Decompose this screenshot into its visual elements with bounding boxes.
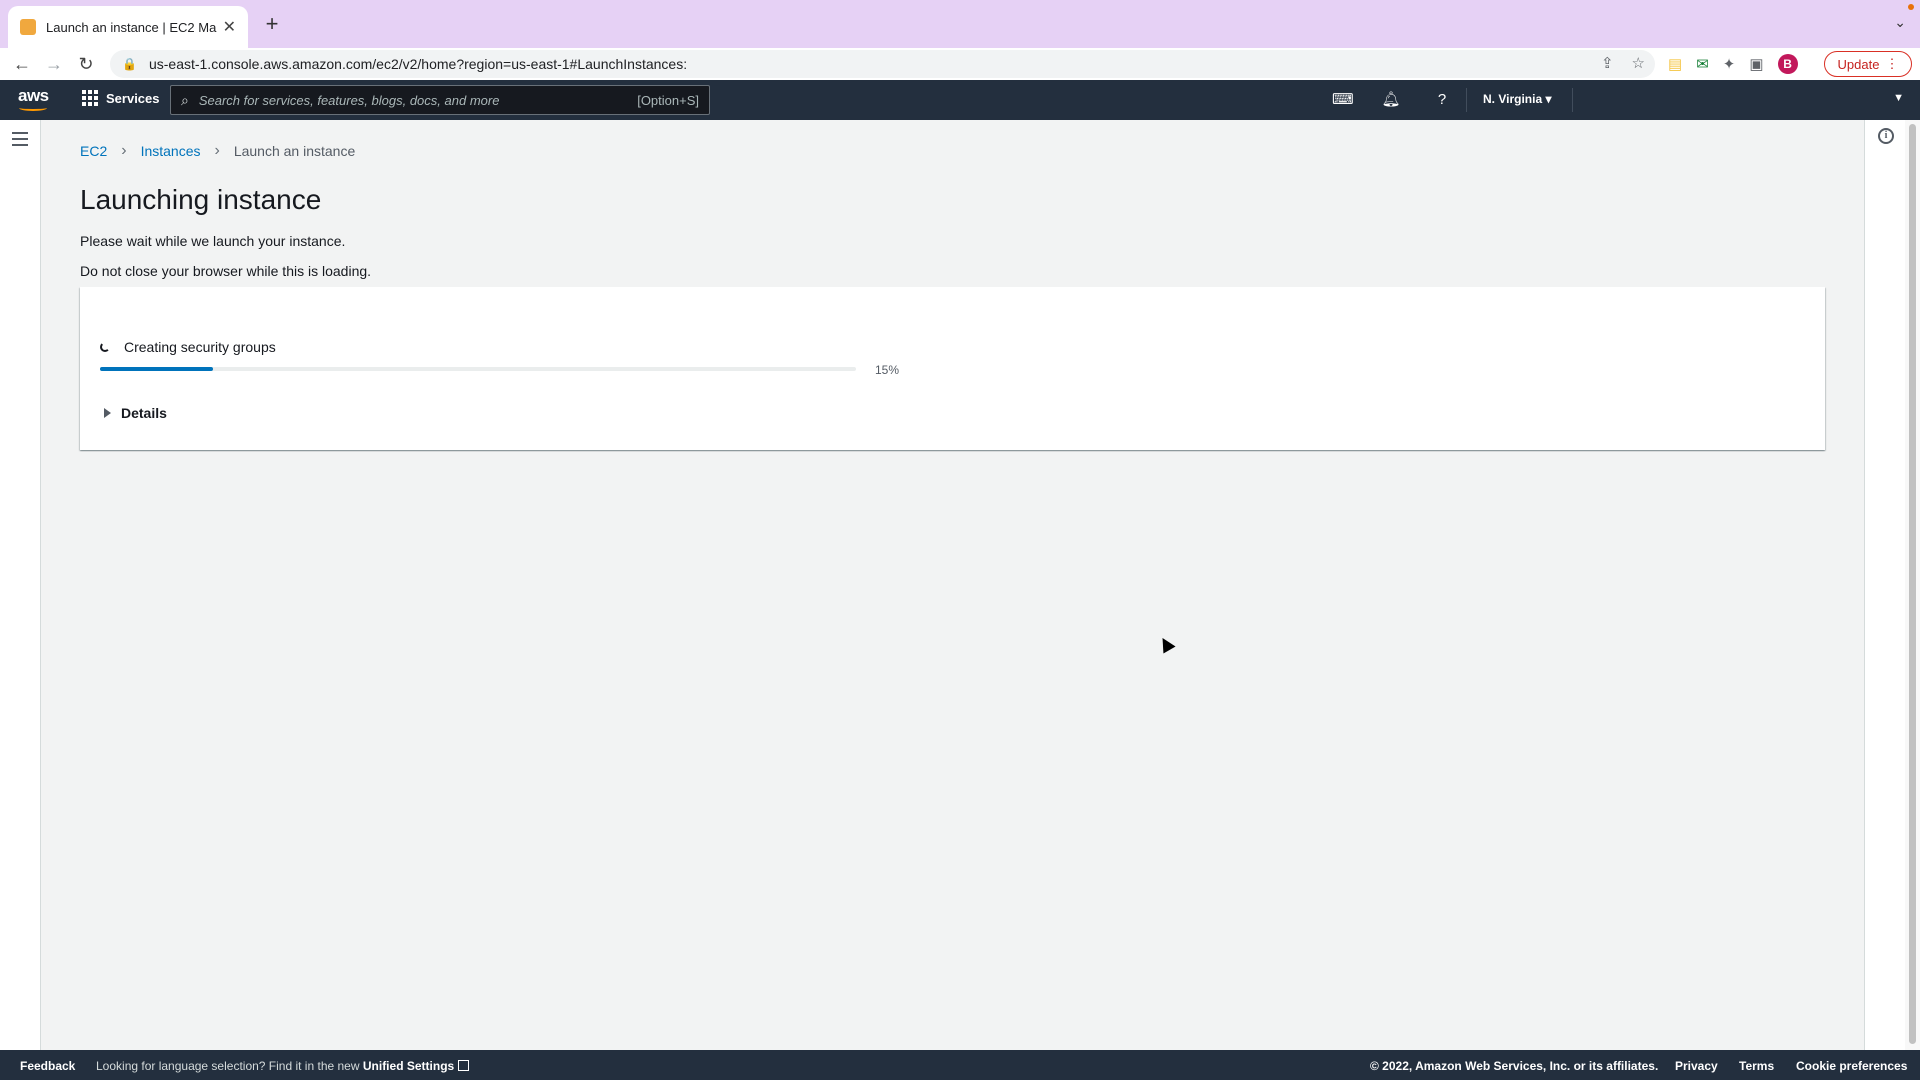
chevron-right-icon: › <box>121 142 127 159</box>
region-selector[interactable]: N. Virginia ▾ <box>1483 92 1552 106</box>
services-grid-icon <box>82 90 98 106</box>
search-input[interactable] <box>198 92 638 108</box>
feedback-link[interactable]: Feedback <box>20 1059 75 1073</box>
do-not-close-message: Do not close your browser while this is … <box>80 263 372 279</box>
language-message: Looking for language selection? Find it … <box>96 1059 470 1073</box>
notifications-bell-icon[interactable]: 🔔︎ <box>1381 90 1401 110</box>
account-menu-caret-icon[interactable]: ▼ <box>1893 92 1904 104</box>
tab-search-chevron-icon[interactable]: ⌄ <box>1894 14 1906 31</box>
hamburger-menu-icon[interactable] <box>12 132 28 150</box>
cookie-preferences-link[interactable]: Cookie preferences <box>1796 1059 1907 1073</box>
page-title: Launching instance <box>80 184 322 215</box>
close-tab-icon[interactable]: ✕ <box>223 17 236 37</box>
more-options-icon: ⋮ <box>1885 56 1899 71</box>
update-label: Update <box>1837 56 1880 72</box>
back-arrow-icon[interactable]: ← <box>10 52 34 76</box>
console-footer: Feedback Looking for language selection?… <box>0 1050 1920 1080</box>
external-link-icon <box>458 1060 470 1071</box>
breadcrumb-current: Launch an instance <box>233 143 356 159</box>
info-icon[interactable]: i <box>1878 128 1894 144</box>
region-label: N. Virginia <box>1483 92 1543 106</box>
header-divider <box>1572 88 1573 112</box>
forward-arrow-icon[interactable]: → <box>42 52 66 76</box>
header-divider <box>1466 88 1467 112</box>
aws-logo-text: aws <box>18 86 49 105</box>
services-label: Services <box>106 90 160 106</box>
update-button[interactable]: Update ⋮ <box>1824 51 1912 77</box>
extension-note-icon[interactable]: ▤ <box>1668 55 1682 73</box>
scrollbar-thumb[interactable] <box>1909 124 1916 1044</box>
unified-search-box[interactable]: ⌕ [Option+S] <box>170 85 710 115</box>
extensions-puzzle-icon[interactable]: ✦ <box>1723 55 1736 73</box>
progress-bar-fill <box>100 367 214 371</box>
mouse-cursor-icon <box>1156 634 1176 654</box>
browser-tab[interactable]: Launch an instance | EC2 Management Cons… <box>8 6 248 48</box>
aws-favicon-icon <box>20 19 36 35</box>
region-caret-icon: ▾ <box>1545 92 1552 106</box>
bookmark-star-icon[interactable]: ☆ <box>1632 54 1645 72</box>
aws-console-header: aws Services ⌕ [Option+S] ⌨ 🔔︎ ? N. Virg… <box>0 80 1920 120</box>
language-message-text: Looking for language selection? Find it … <box>96 1059 360 1073</box>
services-menu-button[interactable]: Services <box>82 90 160 106</box>
details-label: Details <box>121 405 167 421</box>
share-icon[interactable]: ⇪ <box>1601 54 1614 72</box>
left-navigation-rail <box>0 120 41 1050</box>
tab-title: Launch an instance | EC2 Management Cons… <box>46 19 217 35</box>
unified-settings-link[interactable]: Unified Settings <box>362 1059 470 1073</box>
reload-icon[interactable]: ↻ <box>74 52 98 76</box>
new-tab-button[interactable]: + <box>258 10 286 38</box>
launch-progress-panel: Creating security groups 15% Details <box>80 287 1825 450</box>
chevron-right-icon: › <box>214 142 220 159</box>
notification-dot-icon <box>1908 4 1914 10</box>
progress-percent: 15% <box>875 363 900 377</box>
progress-bar <box>100 367 856 371</box>
search-shortcut-hint: [Option+S] <box>637 92 699 108</box>
cloudshell-icon[interactable]: ⌨ <box>1332 90 1354 110</box>
lock-icon: 🔒 <box>122 57 137 71</box>
side-panel-icon[interactable]: ▣ <box>1749 55 1763 73</box>
caret-right-icon <box>104 408 111 418</box>
terms-link[interactable]: Terms <box>1739 1059 1774 1073</box>
search-icon: ⌕ <box>181 91 189 108</box>
address-bar[interactable]: 🔒 us-east-1.console.aws.amazon.com/ec2/v… <box>110 50 1655 78</box>
url-text: us-east-1.console.aws.amazon.com/ec2/v2/… <box>148 56 688 72</box>
unified-settings-label: Unified Settings <box>362 1059 455 1073</box>
aws-smile-icon <box>19 105 47 111</box>
right-tools-rail: i <box>1864 120 1905 1050</box>
copyright-text: © 2022, Amazon Web Services, Inc. or its… <box>1370 1059 1659 1073</box>
progress-status: Creating security groups <box>100 339 276 355</box>
browser-tab-strip: Launch an instance | EC2 Management Cons… <box>0 0 1920 48</box>
status-text: Creating security groups <box>124 339 276 355</box>
wait-message: Please wait while we launch your instanc… <box>80 233 346 249</box>
aws-logo[interactable]: aws <box>18 86 49 111</box>
page-scrollbar[interactable] <box>1905 120 1920 1050</box>
breadcrumb: EC2 › Instances › Launch an instance <box>80 142 355 160</box>
extension-mail-icon[interactable]: ✉ <box>1696 55 1709 73</box>
breadcrumb-ec2-link[interactable]: EC2 <box>80 143 107 159</box>
browser-toolbar: ← → ↻ 🔒 us-east-1.console.aws.amazon.com… <box>0 48 1920 80</box>
breadcrumb-instances-link[interactable]: Instances <box>141 143 201 159</box>
profile-avatar[interactable]: B <box>1777 54 1798 74</box>
privacy-link[interactable]: Privacy <box>1675 1059 1718 1073</box>
details-expander[interactable]: Details <box>104 405 167 421</box>
loading-spinner-icon <box>100 342 110 352</box>
help-icon[interactable]: ? <box>1432 90 1452 110</box>
